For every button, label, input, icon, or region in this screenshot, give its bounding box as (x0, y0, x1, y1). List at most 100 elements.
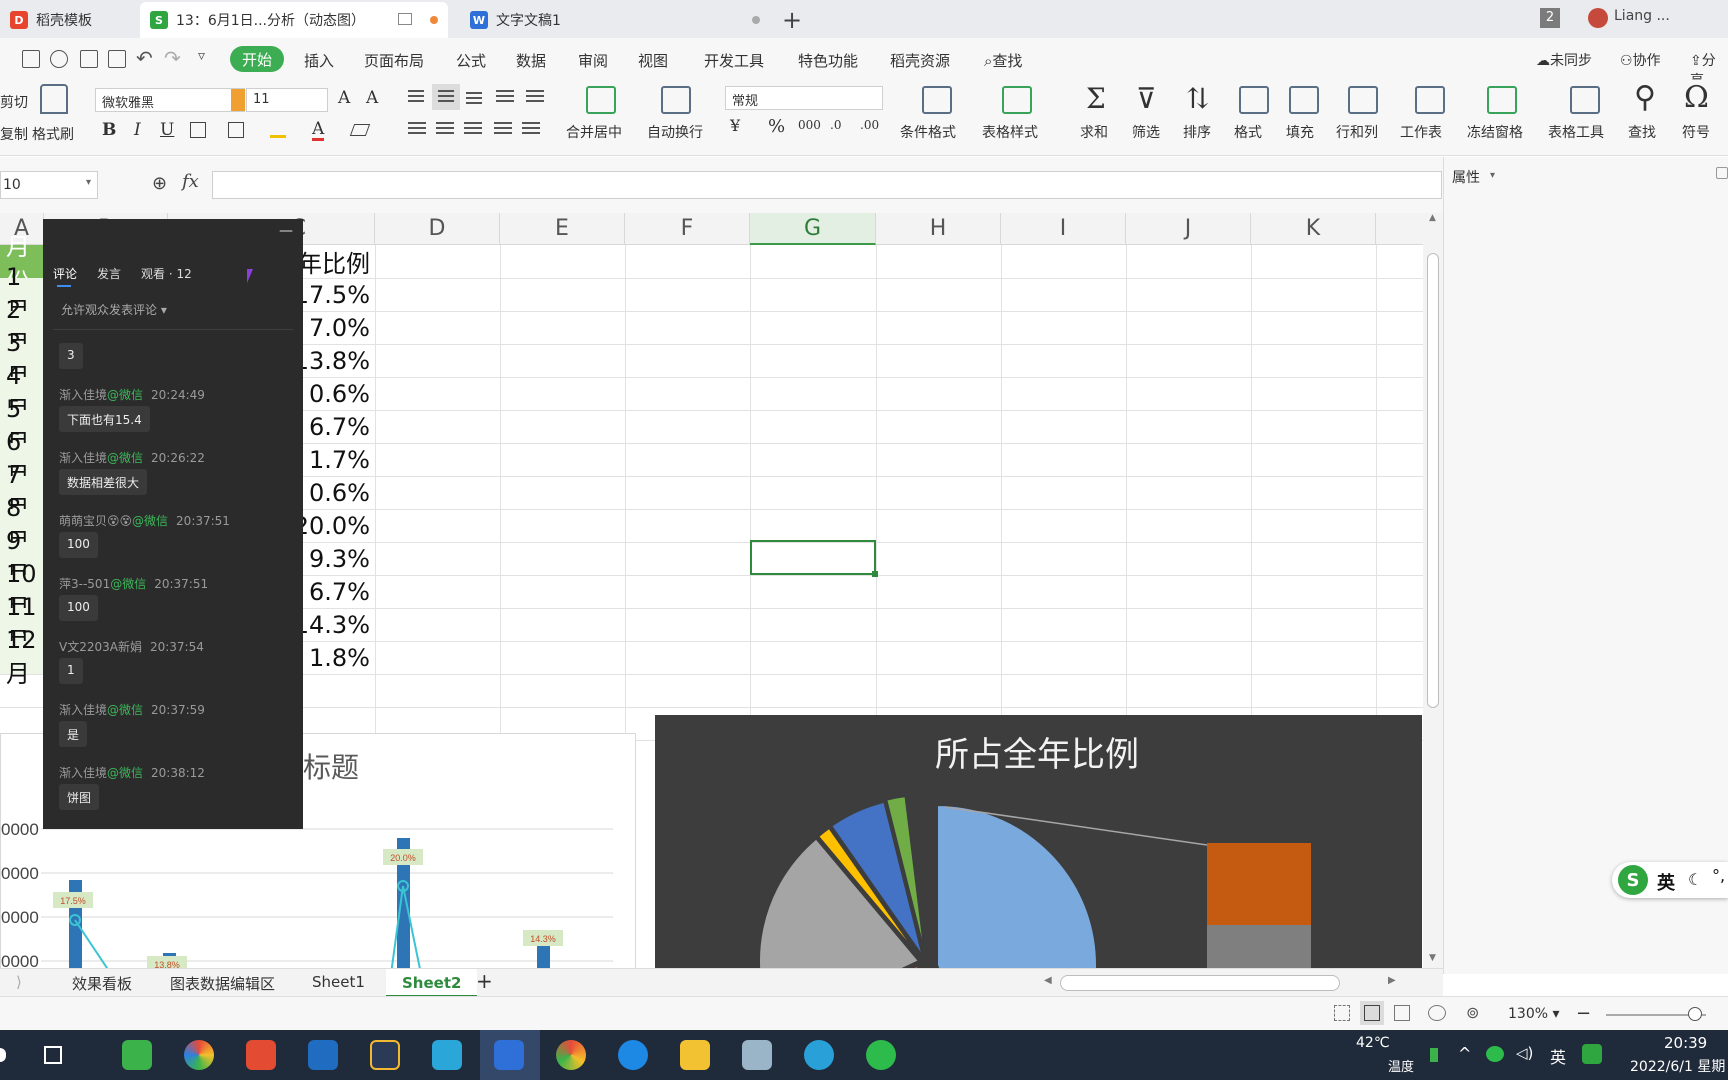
input-language[interactable]: 英 (1550, 1044, 1566, 1068)
font-size-select[interactable]: 11 (246, 88, 328, 112)
add-sheet-icon[interactable]: + (476, 969, 493, 993)
browser-icon[interactable] (184, 1040, 214, 1070)
font-name-select[interactable]: 微软雅黑 (95, 88, 245, 112)
recorder-icon[interactable] (246, 1040, 276, 1070)
wrap-text-icon[interactable] (661, 86, 691, 114)
volume-icon[interactable]: ◁) (1516, 1044, 1533, 1062)
find-icon[interactable]: ⚲ (1634, 80, 1656, 115)
column-header-g[interactable]: G (750, 213, 876, 245)
filter-icon[interactable]: ⊽ (1136, 82, 1157, 115)
thousands-icon[interactable]: 000 (798, 118, 821, 132)
rows-columns-button[interactable]: 行和列 (1336, 122, 1378, 142)
sort-icon[interactable]: ⇅ (1186, 82, 1209, 115)
avatar[interactable] (1588, 8, 1608, 28)
conditional-format-button[interactable]: 条件格式 (900, 122, 956, 142)
edge-icon[interactable] (804, 1040, 834, 1070)
wps-icon[interactable] (494, 1040, 524, 1070)
chevron-down-icon[interactable]: ▾ (1490, 170, 1495, 181)
month-cell[interactable]: 12月 (0, 626, 44, 688)
menu-page-layout[interactable]: 页面布局 (364, 50, 424, 71)
decrease-font-icon[interactable]: A (366, 88, 378, 108)
pie-chart[interactable]: 所占全年比例 (655, 715, 1422, 968)
number-format-select[interactable]: 常规 (725, 86, 883, 110)
clock-date[interactable]: 2022/6/1 星期 (1630, 1056, 1725, 1076)
format-button[interactable]: 格式 (1234, 122, 1262, 142)
prev-sheet-icon[interactable]: ⟩ (16, 973, 22, 991)
symbol-icon[interactable]: Ω (1684, 80, 1709, 115)
menu-docer-resources[interactable]: 稻壳资源 (890, 50, 950, 71)
table-style-icon[interactable] (1002, 86, 1032, 114)
align-bottom-icon[interactable] (466, 92, 482, 94)
column-header-f[interactable]: F (625, 213, 750, 245)
scroll-up-icon[interactable]: ▲ (1429, 213, 1436, 223)
menu-search[interactable]: ⌕查找 (984, 50, 1022, 71)
folder-icon[interactable] (680, 1040, 710, 1070)
fill-button[interactable]: 填充 (1286, 122, 1314, 142)
format-icon[interactable] (1239, 86, 1269, 114)
fill-icon[interactable] (1289, 86, 1319, 114)
sync-status[interactable]: ☁未同步 (1536, 50, 1592, 70)
font-dropdown-icon[interactable] (231, 89, 245, 111)
monitor-icon[interactable] (398, 13, 412, 25)
modified-dot-icon[interactable] (430, 16, 438, 24)
page-layout-view-icon[interactable] (1394, 1005, 1410, 1021)
font-color-icon[interactable]: A (312, 120, 325, 141)
scroll-left-icon[interactable]: ◀ (1044, 975, 1052, 986)
sheet-tab-sheet2[interactable]: Sheet2 (386, 969, 478, 997)
tab-speak[interactable]: 发言 (97, 265, 121, 282)
chrome-icon[interactable] (556, 1040, 586, 1070)
table-style-button[interactable]: 表格样式 (982, 122, 1038, 142)
redo-icon[interactable]: ↷ (164, 46, 181, 70)
tab-docer[interactable]: D 稻壳模板 (0, 2, 140, 38)
fullscreen-icon[interactable] (1334, 1005, 1350, 1021)
scroll-down-icon[interactable]: ▼ (1429, 953, 1436, 963)
new-tab-icon[interactable]: + (782, 6, 802, 34)
vertical-scrollbar[interactable]: ▲ ▼ (1423, 213, 1443, 968)
wechat-tray-icon[interactable] (1486, 1046, 1504, 1062)
menu-data[interactable]: 数据 (516, 50, 546, 71)
menu-developer[interactable]: 开发工具 (704, 50, 764, 71)
rows-columns-icon[interactable] (1348, 86, 1378, 114)
reading-mode-icon[interactable] (1428, 1005, 1446, 1021)
align-right-icon[interactable] (464, 122, 482, 124)
ime-toolbar[interactable]: S 英 ☾ °, (1612, 862, 1728, 898)
zoom-level[interactable]: 130% ▾ (1508, 1006, 1560, 1022)
battery-icon[interactable] (1430, 1048, 1438, 1062)
find-button[interactable]: 查找 (1628, 122, 1656, 142)
tab-writer[interactable]: W 文字文稿1 (460, 2, 770, 38)
column-header-j[interactable]: J (1126, 213, 1251, 245)
task-view-icon[interactable] (44, 1046, 62, 1064)
vertical-scroll-thumb[interactable] (1427, 253, 1439, 708)
wechat-icon[interactable] (866, 1040, 896, 1070)
sum-button[interactable]: 求和 (1080, 122, 1108, 142)
selected-cell[interactable] (750, 540, 878, 577)
pin-icon[interactable] (1716, 167, 1728, 179)
worksheet-icon[interactable] (1415, 86, 1445, 114)
menu-insert[interactable]: 插入 (304, 50, 334, 71)
moon-icon[interactable]: ☾ (1688, 870, 1702, 889)
weather-label[interactable]: 温度 (1388, 1056, 1414, 1075)
print-icon[interactable] (80, 50, 98, 68)
start-icon[interactable] (0, 1048, 6, 1062)
user-name[interactable]: Liang ... (1614, 8, 1670, 24)
menu-start[interactable]: 开始 (230, 46, 284, 72)
table-tools-button[interactable]: 表格工具 (1548, 122, 1604, 142)
column-header-h[interactable]: H (876, 213, 1001, 245)
border-icon[interactable] (190, 122, 206, 138)
fx-icon[interactable]: fx (182, 171, 199, 192)
increase-font-icon[interactable]: A (338, 88, 350, 108)
zoom-out-icon[interactable]: − (1576, 1003, 1591, 1024)
eye-protection-icon[interactable]: ⊚ (1466, 1003, 1479, 1022)
filter-button[interactable]: 筛选 (1132, 122, 1160, 142)
sum-icon[interactable]: Σ (1086, 82, 1106, 115)
zoom-slider-thumb[interactable] (1688, 1007, 1702, 1021)
clear-icon[interactable] (349, 124, 371, 136)
sogou-tray-icon[interactable] (1582, 1044, 1602, 1064)
percent-icon[interactable]: % (768, 116, 785, 137)
weather-temp[interactable]: 42℃ (1356, 1035, 1390, 1051)
name-box[interactable]: 10 (0, 171, 98, 199)
save-icon[interactable] (22, 50, 40, 68)
sheet-tab-chart-data[interactable]: 图表数据编辑区 (170, 973, 275, 994)
close-dot-icon[interactable] (752, 16, 760, 24)
normal-view-icon[interactable] (1364, 1005, 1380, 1021)
